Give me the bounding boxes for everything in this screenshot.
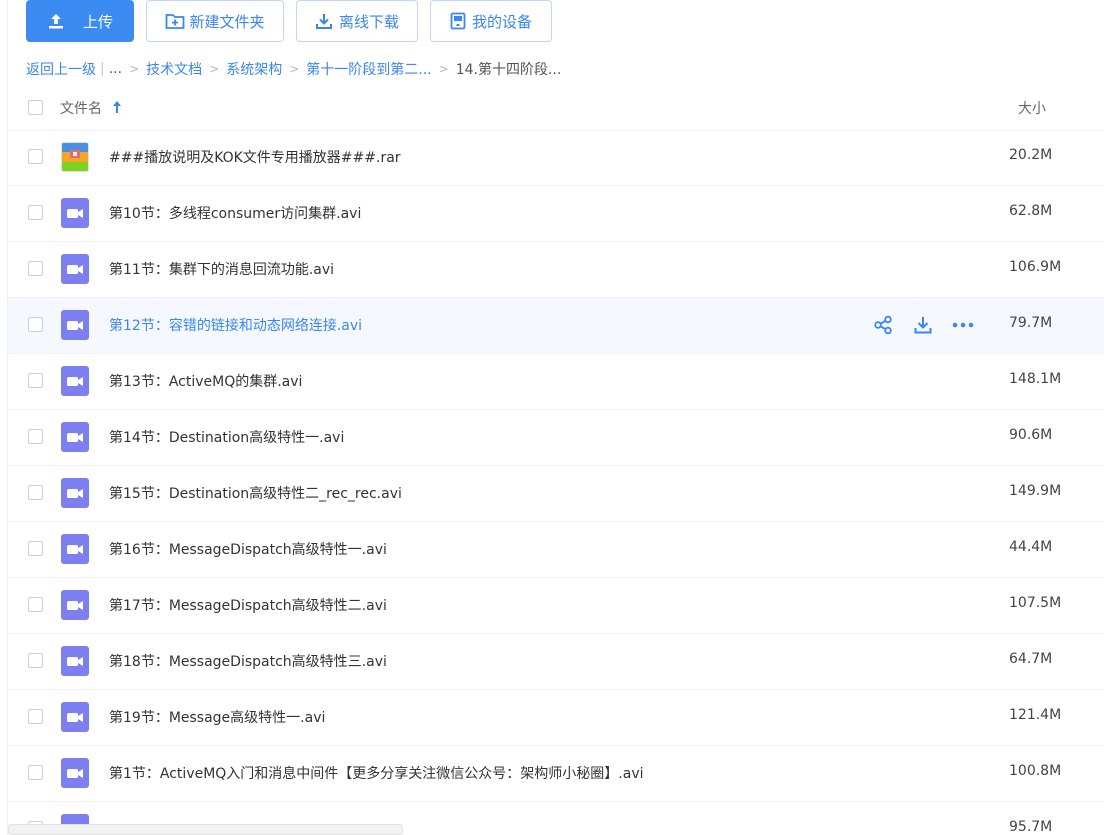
file-size: 107.5M (1009, 595, 1062, 611)
file-size: 121.4M (1009, 707, 1062, 723)
file-row[interactable]: 第10节：多线程consumer访问集群.avi 62.8M (8, 186, 1104, 242)
file-name[interactable]: 第15节：Destination高级特性二_rec_rec.avi (109, 483, 402, 503)
download-icon[interactable] (912, 314, 934, 336)
file-row[interactable]: 第13节：ActiveMQ的集群.avi 148.1M (8, 354, 1104, 410)
column-header-size[interactable]: 大小 (1018, 98, 1046, 118)
file-name[interactable]: 第16节：MessageDispatch高级特性一.avi (109, 539, 387, 559)
file-size: 64.7M (1009, 651, 1053, 667)
file-name[interactable]: 第19节：Message高级特性一.avi (109, 707, 325, 727)
row-checkbox[interactable] (28, 597, 43, 612)
my-devices-button[interactable]: 我的设备 (430, 0, 552, 42)
breadcrumb-item[interactable]: 系统架构 (226, 59, 282, 79)
file-size: 20.2M (1009, 147, 1053, 163)
file-size: 79.7M (1009, 315, 1053, 331)
file-name[interactable]: 第14节：Destination高级特性一.avi (109, 427, 344, 447)
file-row[interactable]: 第12节：容错的链接和动态网络连接.avi 79.7M (8, 298, 1104, 354)
file-name[interactable]: 第12节：容错的链接和动态网络连接.avi (109, 315, 362, 335)
row-checkbox[interactable] (28, 205, 43, 220)
file-name[interactable]: ###播放说明及KOK文件专用播放器###.rar (109, 147, 401, 167)
download-icon (315, 12, 333, 30)
horizontal-scrollbar[interactable] (8, 824, 403, 835)
breadcrumb-item[interactable]: 技术文档 (146, 59, 202, 79)
new-folder-button[interactable]: 新建文件夹 (146, 0, 284, 42)
breadcrumb: 返回上一级 | ... > 技术文档 > 系统架构 > 第十一阶段到第二... … (26, 60, 561, 78)
video-file-icon (61, 310, 89, 340)
breadcrumb-ellipsis[interactable]: ... (109, 61, 122, 77)
file-row[interactable]: 第18节：MessageDispatch高级特性三.avi 64.7M (8, 634, 1104, 690)
row-checkbox[interactable] (28, 485, 43, 500)
file-size: 100.8M (1009, 763, 1062, 779)
row-checkbox[interactable] (28, 765, 43, 780)
video-file-icon (61, 366, 89, 396)
column-header-name[interactable]: 文件名 (60, 98, 102, 118)
file-size: 44.4M (1009, 539, 1053, 555)
row-checkbox[interactable] (28, 261, 43, 276)
file-name[interactable]: 第18节：MessageDispatch高级特性三.avi (109, 651, 387, 671)
video-file-icon (61, 422, 89, 452)
new-folder-icon (165, 12, 185, 30)
breadcrumb-separator: > (438, 62, 449, 76)
breadcrumb-back[interactable]: 返回上一级 (26, 59, 96, 79)
upload-icon (47, 12, 65, 30)
breadcrumb-divider: | (100, 61, 105, 77)
file-row[interactable]: 第19节：Message高级特性一.avi 121.4M (8, 690, 1104, 746)
file-row[interactable]: 第1节：ActiveMQ入门和消息中间件【更多分享关注微信公众号：架构师小秘圈】… (8, 746, 1104, 802)
breadcrumb-separator: > (129, 62, 140, 76)
offline-download-label: 离线下载 (338, 12, 399, 31)
row-checkbox[interactable] (28, 541, 43, 556)
file-name[interactable]: 第13节：ActiveMQ的集群.avi (109, 371, 302, 391)
offline-download-button[interactable]: 离线下载 (296, 0, 418, 42)
row-checkbox[interactable] (28, 709, 43, 724)
breadcrumb-separator: > (289, 62, 300, 76)
video-file-icon (61, 758, 89, 788)
rar-archive-icon (61, 142, 89, 172)
row-checkbox[interactable] (28, 317, 43, 332)
upload-button[interactable]: 上传 (26, 0, 134, 42)
file-size: 106.9M (1009, 259, 1062, 275)
file-name[interactable]: 第17节：MessageDispatch高级特性二.avi (109, 595, 387, 615)
share-icon[interactable] (872, 314, 894, 336)
my-devices-label: 我的设备 (471, 12, 532, 31)
row-actions (872, 314, 974, 336)
device-icon (450, 12, 466, 30)
file-size: 90.6M (1009, 427, 1053, 443)
video-file-icon (61, 646, 89, 676)
video-file-icon (61, 702, 89, 732)
file-size: 95.7M (1009, 819, 1053, 835)
file-row[interactable]: 第17节：MessageDispatch高级特性二.avi 107.5M (8, 578, 1104, 634)
video-file-icon (61, 590, 89, 620)
upload-label: 上传 (82, 12, 113, 31)
file-size: 148.1M (1009, 371, 1062, 387)
video-file-icon (61, 198, 89, 228)
file-manager-page: 上传 新建文件夹 离线下载 我的设备 返回上一级 | ... > 技术文档 > (0, 0, 1104, 835)
file-name[interactable]: 第1节：ActiveMQ入门和消息中间件【更多分享关注微信公众号：架构师小秘圈】… (109, 763, 644, 783)
toolbar: 上传 新建文件夹 离线下载 我的设备 (26, 0, 552, 42)
file-name[interactable]: 第10节：多线程consumer访问集群.avi (109, 203, 361, 223)
file-list: ###播放说明及KOK文件专用播放器###.rar 20.2M 第10节：多线程co… (8, 130, 1104, 835)
breadcrumb-item[interactable]: 第十一阶段到第二... (306, 59, 431, 79)
more-options-icon[interactable] (952, 314, 974, 336)
breadcrumb-separator: > (209, 62, 220, 76)
file-row[interactable]: 第16节：MessageDispatch高级特性一.avi 44.4M (8, 522, 1104, 578)
file-name[interactable]: 第11节：集群下的消息回流功能.avi (109, 259, 334, 279)
file-row[interactable]: 第15节：Destination高级特性二_rec_rec.avi 149.9M (8, 466, 1104, 522)
row-checkbox[interactable] (28, 653, 43, 668)
row-checkbox[interactable] (28, 429, 43, 444)
file-size: 149.9M (1009, 483, 1062, 499)
select-all-checkbox[interactable] (28, 100, 43, 115)
video-file-icon (61, 254, 89, 284)
file-row[interactable]: ###播放说明及KOK文件专用播放器###.rar 20.2M (8, 130, 1104, 186)
video-file-icon (61, 534, 89, 564)
sort-ascending-icon[interactable] (112, 99, 122, 118)
file-size: 62.8M (1009, 203, 1053, 219)
video-file-icon (61, 478, 89, 508)
new-folder-label: 新建文件夹 (189, 12, 265, 31)
row-checkbox[interactable] (28, 373, 43, 388)
file-list-header: 文件名 大小 (8, 86, 1104, 131)
file-row[interactable]: 第11节：集群下的消息回流功能.avi 106.9M (8, 242, 1104, 298)
file-row[interactable]: 第14节：Destination高级特性一.avi 90.6M (8, 410, 1104, 466)
breadcrumb-current: 14.第十四阶段... (455, 62, 562, 78)
row-checkbox[interactable] (28, 149, 43, 164)
